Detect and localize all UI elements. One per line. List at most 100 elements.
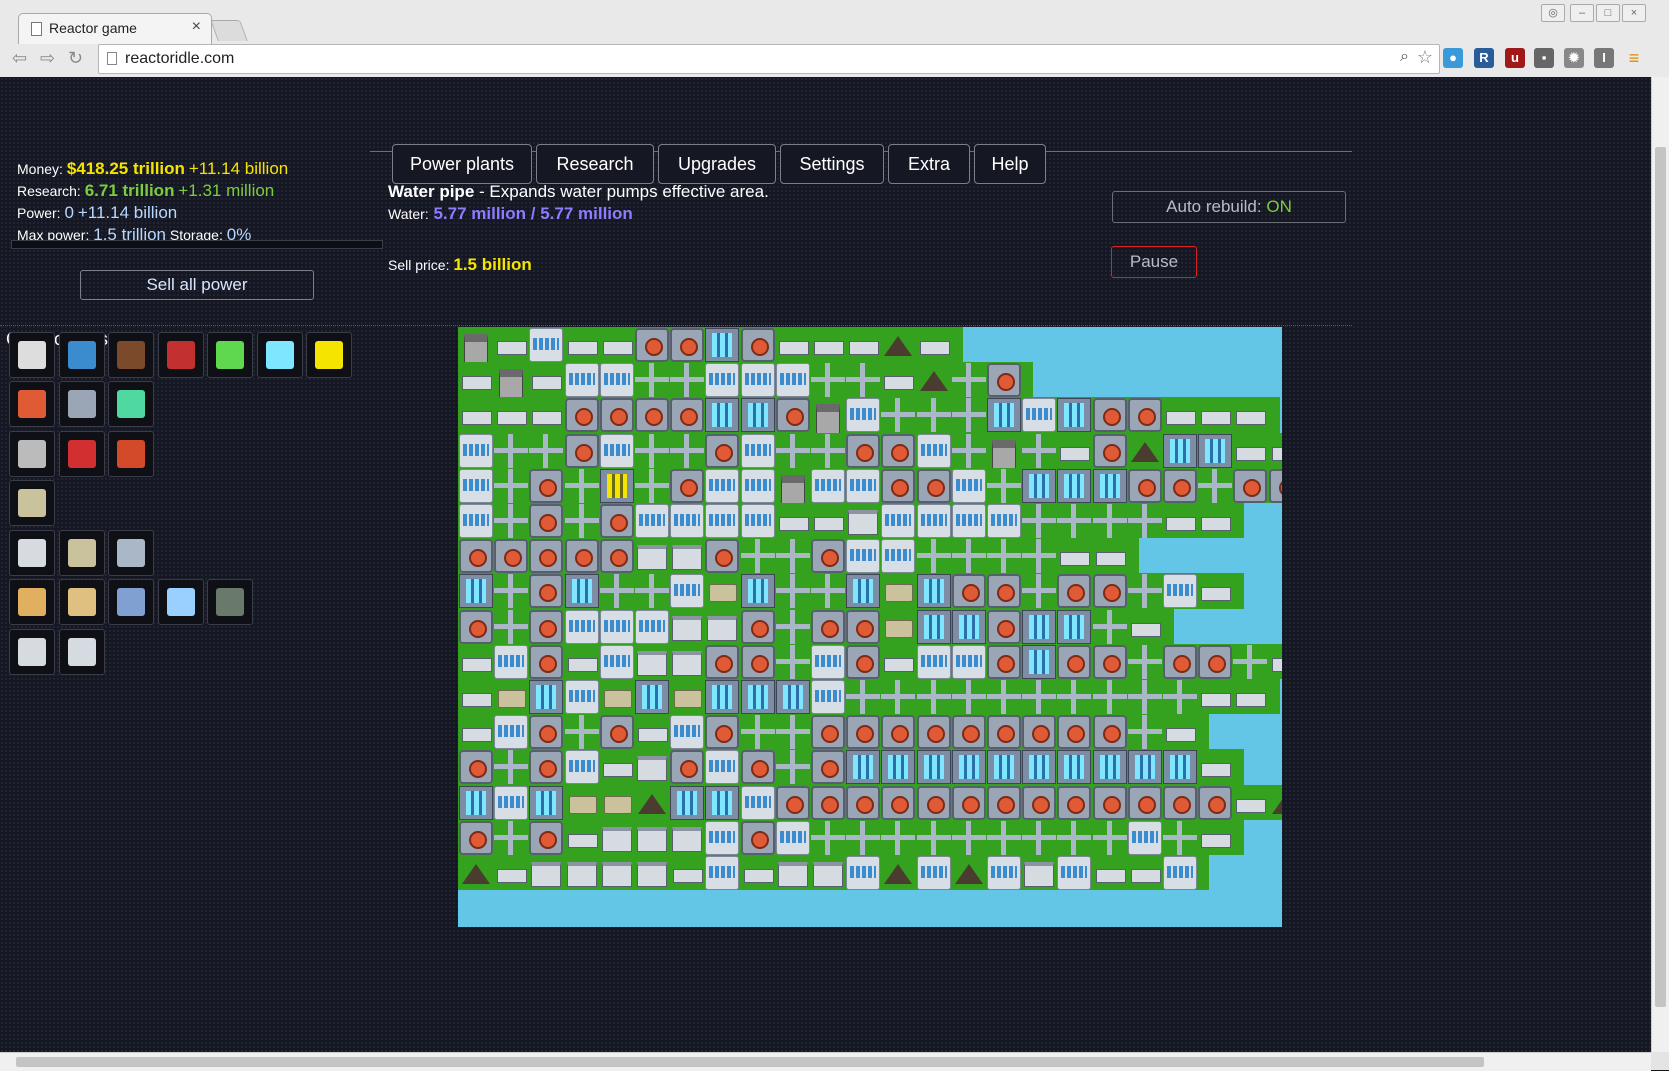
thorium-cell-tile[interactable] xyxy=(740,680,775,714)
tab-power-plants[interactable]: Power plants xyxy=(392,144,532,184)
forward-icon[interactable]: ⇨ xyxy=(40,48,55,69)
reactor-vent-tile[interactable] xyxy=(1163,785,1197,820)
reactor-vent-tile[interactable] xyxy=(459,609,493,644)
water-pump-tile[interactable] xyxy=(670,539,704,573)
heat-exchanger-tile[interactable] xyxy=(494,715,529,750)
heat-exchanger-tile[interactable] xyxy=(740,363,775,398)
thorium-cell-tile[interactable] xyxy=(916,574,951,609)
reactor-vent-tile[interactable] xyxy=(987,609,1021,644)
thorium-cell-tile[interactable] xyxy=(1092,750,1127,785)
mountain-tile[interactable] xyxy=(635,786,669,820)
water-pipe-tile[interactable] xyxy=(775,433,810,468)
water-pump-tile[interactable] xyxy=(565,856,599,890)
large-office-component-button[interactable] xyxy=(9,629,55,675)
thorium-cell-tile[interactable] xyxy=(705,785,740,820)
capacitor-component-button[interactable] xyxy=(9,431,55,477)
water-pipe-tile[interactable] xyxy=(599,574,634,609)
battery-tile[interactable] xyxy=(881,574,915,608)
gas-plant-component-button[interactable] xyxy=(157,332,204,378)
reactor-vent-tile[interactable] xyxy=(705,539,740,574)
water-pump-tile[interactable] xyxy=(1022,856,1056,890)
ground-pump-tile[interactable] xyxy=(1163,504,1197,538)
extension-tag-icon[interactable]: ▪ xyxy=(1534,48,1554,68)
ground-pump-tile[interactable] xyxy=(670,856,704,890)
heat-exchanger-tile[interactable] xyxy=(775,820,810,855)
extension-ghost-icon[interactable]: ● xyxy=(1443,48,1463,68)
heat-exchanger-tile[interactable] xyxy=(705,468,740,503)
water-pump-tile[interactable] xyxy=(635,750,669,784)
thorium-cell-tile[interactable] xyxy=(1198,433,1233,468)
heat-exchanger-tile[interactable] xyxy=(670,504,705,538)
reactor-vent-tile[interactable] xyxy=(987,785,1021,820)
thorium-cell-tile[interactable] xyxy=(1092,468,1127,503)
ground-pump-tile[interactable] xyxy=(1057,434,1091,468)
heat-exchanger-tile[interactable] xyxy=(846,539,881,574)
ground-pump-tile[interactable] xyxy=(1163,398,1197,432)
thorium-cell-component-button[interactable] xyxy=(256,332,303,378)
reactor-vent-tile[interactable] xyxy=(881,433,916,468)
heat-exchanger-tile[interactable] xyxy=(1057,856,1092,890)
reactor-vent-tile[interactable] xyxy=(670,468,705,503)
battery-tile[interactable] xyxy=(565,786,599,820)
water-pump-tile[interactable] xyxy=(846,504,880,538)
reactor-vent-tile[interactable] xyxy=(1092,574,1127,609)
heat-exchanger-tile[interactable] xyxy=(951,468,986,503)
reactor-vent-tile[interactable] xyxy=(1127,398,1162,433)
menu-icon[interactable]: ≡ xyxy=(1624,48,1644,68)
heat-inlet-component-button[interactable] xyxy=(108,381,154,427)
uranium-cell-tile[interactable] xyxy=(599,468,634,503)
reactor-vent-tile[interactable] xyxy=(1022,715,1057,750)
reactor-vent-tile[interactable] xyxy=(1057,644,1092,679)
water-pipe-tile[interactable] xyxy=(670,433,705,468)
water-pipe-tile[interactable] xyxy=(1092,609,1127,644)
heat-exchanger-tile[interactable] xyxy=(811,644,845,679)
reactor-vent-tile[interactable] xyxy=(705,715,740,750)
reactor-vent-tile[interactable] xyxy=(564,398,599,433)
thorium-cell-tile[interactable] xyxy=(951,750,986,785)
thorium-cell-tile[interactable] xyxy=(1127,750,1162,785)
water-pipe-tile[interactable] xyxy=(1022,433,1057,468)
thorium-cell-tile[interactable] xyxy=(705,398,740,433)
tab-settings[interactable]: Settings xyxy=(780,144,884,184)
ground-pump-component-button[interactable] xyxy=(58,530,105,576)
thorium-cell-tile[interactable] xyxy=(529,785,564,820)
ground-pump-tile[interactable] xyxy=(600,750,634,784)
ground-pump-tile[interactable] xyxy=(741,856,775,890)
water-pump-tile[interactable] xyxy=(670,821,704,855)
water-pump-tile[interactable] xyxy=(670,610,704,644)
battery-tile[interactable] xyxy=(600,680,634,714)
thorium-cell-tile[interactable] xyxy=(1022,468,1057,503)
ground-pump-tile[interactable] xyxy=(1057,539,1091,573)
water-pipe-tile[interactable] xyxy=(987,539,1021,574)
back-icon[interactable]: ⇦ xyxy=(12,48,27,69)
reactor-vent-tile[interactable] xyxy=(1092,398,1127,433)
water-pipe-tile[interactable] xyxy=(846,820,881,855)
reactor-vent-tile[interactable] xyxy=(846,644,881,679)
reactor-vent-tile[interactable] xyxy=(529,820,564,855)
reactor-vent-tile[interactable] xyxy=(1057,715,1092,750)
thorium-cell-tile[interactable] xyxy=(987,750,1021,785)
reactor-vent-tile[interactable] xyxy=(987,363,1021,398)
reactor-vent-tile[interactable] xyxy=(740,820,775,855)
heat-exchanger-tile[interactable] xyxy=(740,433,775,468)
reactor-vent-tile[interactable] xyxy=(635,328,669,362)
water-pipe-tile[interactable] xyxy=(1022,574,1057,609)
reactor-vent-tile[interactable] xyxy=(670,398,705,433)
bank-tile[interactable] xyxy=(776,469,810,506)
reactor-vent-tile[interactable] xyxy=(1092,433,1127,468)
reactor-vent-tile[interactable] xyxy=(1268,468,1282,503)
heat-exchanger-tile[interactable] xyxy=(564,680,599,714)
water-pipe-tile[interactable] xyxy=(951,433,986,468)
thorium-cell-tile[interactable] xyxy=(775,680,810,714)
heat-exchanger-tile[interactable] xyxy=(599,433,634,468)
mountain-tile[interactable] xyxy=(881,856,915,890)
thorium-cell-tile[interactable] xyxy=(1057,609,1092,644)
water-pipe-tile[interactable] xyxy=(1127,680,1162,714)
reactor-vent-tile[interactable] xyxy=(951,715,986,750)
water-pipe-tile[interactable] xyxy=(1092,820,1127,855)
ground-pump-tile[interactable] xyxy=(529,363,563,397)
bookmark-star-icon[interactable]: ☆ xyxy=(1417,47,1433,68)
reactor-vent-tile[interactable] xyxy=(846,609,881,644)
water-pipe-tile[interactable] xyxy=(494,820,529,855)
extension-ublock-icon[interactable]: u xyxy=(1505,48,1525,68)
